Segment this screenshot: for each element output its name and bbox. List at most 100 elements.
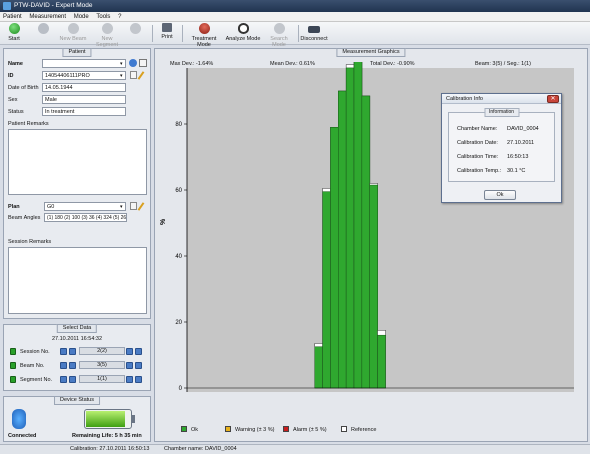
plan-label: Plan — [8, 204, 20, 210]
analyze-mode-button[interactable]: Analyze Mode — [225, 23, 261, 42]
ok-bar — [353, 62, 363, 389]
calibration-date-value: 27.10.2011 — [507, 140, 535, 146]
segment-no-label: Segment No. — [20, 377, 53, 383]
y-tick-label: 60 — [175, 188, 182, 194]
play-icon — [8, 23, 20, 34]
ok-button[interactable]: Ok — [484, 190, 516, 200]
status-calibration: Calibration: 27.10.2011 16:50:13 — [70, 446, 150, 452]
patient-remarks-textarea[interactable] — [8, 129, 147, 195]
y-tick-label: 0 — [179, 386, 183, 392]
close-icon[interactable]: ✕ — [547, 95, 559, 103]
magnifier-icon — [273, 23, 285, 34]
beam-no-label: Beam No. — [20, 363, 45, 369]
beam-first-button[interactable] — [60, 362, 67, 369]
session-no-label: Session No. — [20, 349, 50, 355]
printer-icon — [162, 23, 172, 32]
calibration-time-label: Calibration Time: — [457, 154, 499, 160]
checkbox-icon[interactable] — [139, 59, 147, 67]
new-segment-icon — [101, 23, 113, 34]
print-label: Print — [161, 34, 173, 40]
ok-bar — [322, 191, 331, 389]
toolbar-separator — [152, 25, 153, 42]
status-bar: Calibration: 27.10.2011 16:50:13 Chamber… — [0, 444, 590, 454]
information-group: Information Chamber Name: DAVID_0004 Cal… — [448, 108, 555, 182]
chamber-name-label: Chamber Name: — [457, 126, 498, 132]
beam-no-value: 3(5) — [79, 361, 125, 369]
refresh-icon[interactable] — [129, 59, 137, 67]
open-button[interactable] — [125, 23, 145, 36]
segment-prev-button[interactable] — [69, 376, 76, 383]
menu-patient[interactable]: Patient — [0, 12, 25, 22]
title-bar: PTW-DAVID - Expert Mode — [0, 0, 590, 12]
id-dropdown-arrow[interactable]: ▾ — [120, 73, 123, 79]
legend-alarm-label: Alarm (± 5 %) — [293, 427, 327, 433]
disconnect-button[interactable]: Disconnect — [300, 23, 328, 42]
segment-next-button[interactable] — [126, 376, 133, 383]
treatment-mode-button[interactable]: Treatment Mode — [185, 23, 223, 48]
session-no-value: 2(2) — [79, 347, 125, 355]
battery-icon — [84, 409, 132, 429]
ok-bar — [314, 346, 323, 389]
y-tick-label: 20 — [175, 320, 182, 326]
legend-alarm-swatch — [283, 426, 289, 432]
id-field[interactable]: 14054406111PRO — [42, 71, 126, 80]
segment-status-led — [10, 376, 16, 383]
patient-panel: Patient Name ▾ ID 14054406111PRO ▾ Date … — [3, 48, 151, 319]
segment-last-button[interactable] — [135, 376, 142, 383]
stop-button[interactable] — [30, 23, 56, 36]
new-beam-icon — [67, 23, 79, 34]
window-title: PTW-DAVID - Expert Mode — [14, 2, 93, 9]
menu-measurement[interactable]: Measurement — [26, 12, 69, 22]
select-data-panel: Select Data 27.10.2011 16:54:32 Session … — [3, 324, 151, 391]
start-button[interactable]: Start — [3, 23, 25, 42]
menu-tools[interactable]: Tools — [93, 12, 113, 22]
plan-pencil-icon[interactable] — [137, 202, 145, 211]
device-status-title: Device Status — [54, 396, 100, 405]
treatment-mode-icon — [198, 23, 210, 34]
legend-warning-label: Warning (± 3 %) — [235, 427, 275, 433]
battery-terminal — [132, 415, 135, 423]
beam-prev-button[interactable] — [69, 362, 76, 369]
segment-no-value: 1(1) — [79, 375, 125, 383]
print-button[interactable]: Print — [157, 23, 177, 40]
legend-reference-label: Reference — [351, 427, 377, 433]
name-field[interactable] — [42, 59, 126, 68]
segment-first-button[interactable] — [60, 376, 67, 383]
beam-angles-label: Beam Angles — [8, 215, 41, 221]
beam-next-button[interactable] — [126, 362, 133, 369]
new-segment-button[interactable]: New Segment — [90, 23, 124, 48]
new-document-icon[interactable] — [130, 71, 137, 79]
pencil-icon[interactable] — [137, 71, 145, 80]
battery-remaining-life: Remaining Life: 5 h 35 min — [72, 433, 142, 439]
disconnect-label: Disconnect — [300, 36, 328, 42]
menu-help[interactable]: ? — [115, 12, 124, 22]
search-mode-button[interactable]: Search Mode — [263, 23, 295, 48]
menu-mode[interactable]: Mode — [71, 12, 92, 22]
new-beam-button[interactable]: New Beam — [58, 23, 88, 42]
plan-field[interactable]: G0 — [44, 202, 126, 211]
connection-status: Connected — [8, 433, 37, 439]
beam-last-button[interactable] — [135, 362, 142, 369]
plan-dropdown-arrow[interactable]: ▾ — [120, 204, 123, 210]
session-first-button[interactable] — [60, 348, 67, 355]
name-dropdown-arrow[interactable]: ▾ — [120, 61, 123, 67]
analyze-mode-label: Analyze Mode — [225, 36, 261, 42]
session-next-button[interactable] — [126, 348, 133, 355]
search-mode-label: Search Mode — [270, 36, 288, 48]
id-label: ID — [8, 73, 14, 79]
app-icon — [3, 2, 11, 10]
measurement-graphics-title: Measurement Graphics — [336, 48, 406, 57]
session-status-led — [10, 348, 16, 355]
session-last-button[interactable] — [135, 348, 142, 355]
session-prev-button[interactable] — [69, 348, 76, 355]
treatment-mode-label: Treatment Mode — [191, 36, 217, 48]
dialog-title: Calibration Info — [442, 94, 561, 104]
y-tick-label: 40 — [175, 254, 182, 260]
status-chamber: Chamber name: DAVID_0004 — [164, 446, 237, 452]
session-remarks-textarea[interactable] — [8, 247, 147, 314]
eye-icon — [237, 23, 249, 34]
plan-new-icon[interactable] — [130, 202, 137, 210]
name-label: Name — [8, 61, 23, 67]
select-data-title: Select Data — [56, 324, 98, 333]
beam-angles-field: (1) 180 (2) 100 (3) 36 (4) 324 (5) 260 — [44, 213, 127, 222]
